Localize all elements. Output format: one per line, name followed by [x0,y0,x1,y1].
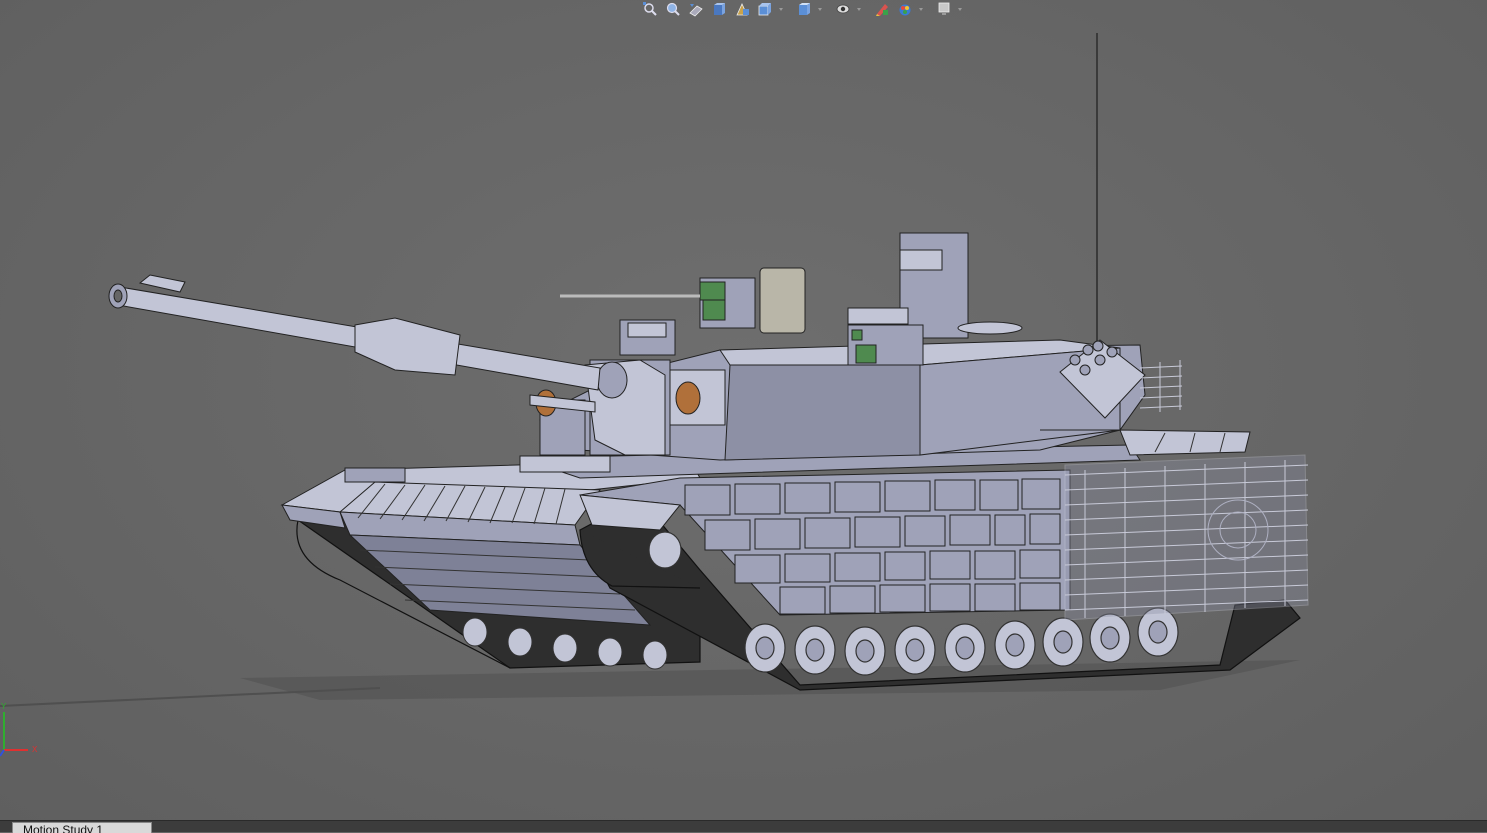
rear-slat-armor [1064,454,1309,621]
tank-3d-model[interactable] [0,0,1487,820]
tab-motion-study[interactable]: Motion Study 1 [12,822,152,833]
triad-x-label: X [32,745,38,754]
bottom-tab-bar: Motion Study 1 [0,820,1487,833]
graphics-area[interactable]: Y X [0,0,1487,820]
triad-z-axis [0,749,5,757]
triad-y-label: Y [1,702,7,711]
bustle-rack [1139,360,1183,412]
reference-triad: Y X [0,702,38,757]
